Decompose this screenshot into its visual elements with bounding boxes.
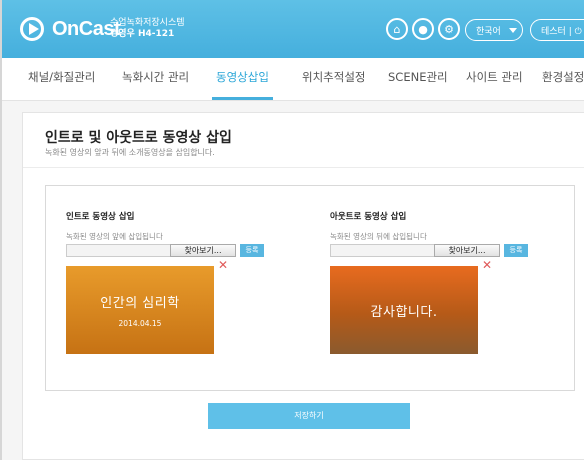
outro-description: 녹화된 영상의 뒤에 삽입됩니다: [330, 232, 427, 241]
intro-thumb-date: 2014.04.15: [118, 319, 162, 328]
content-panel: 인트로 및 아웃트로 동영상 삽입 녹화된 영상의 앞과 뒤에 소개동영상을 삽…: [22, 112, 584, 460]
logo[interactable]: OnCast: [20, 14, 121, 44]
intro-delete-icon[interactable]: ✕: [218, 259, 228, 271]
intro-thumbnail: 인간의 심리학 2014.04.15: [66, 266, 214, 354]
outro-browse-button[interactable]: 찾아보기...: [434, 244, 500, 257]
outro-thumb-text: 감사합니다.: [370, 304, 438, 320]
gear-icon[interactable]: ⚙: [438, 18, 460, 40]
nav-site[interactable]: 사이트 관리: [466, 58, 523, 100]
outro-register-button[interactable]: 등록: [504, 244, 528, 257]
app-window: OnCast 수업녹화저장시스템 경영우 H4-121 ⌂ ● ⚙ 한국어 테스…: [0, 0, 584, 460]
user-name: 테스터 | ⏻: [541, 26, 582, 37]
top-header: OnCast 수업녹화저장시스템 경영우 H4-121 ⌂ ● ⚙ 한국어 테스…: [2, 0, 584, 58]
insert-box: 인트로 동영상 삽입 녹화된 영상의 앞에 삽입됩니다 찾아보기... 등록 ✕…: [45, 185, 575, 391]
outro-section: 아웃트로 동영상 삽입 녹화된 영상의 뒤에 삽입됩니다 찾아보기... 등록 …: [330, 186, 560, 386]
intro-thumb-text: 인간의 심리학: [100, 296, 180, 311]
divider: [23, 167, 584, 168]
system-name: 수업녹화저장시스템: [110, 18, 185, 28]
nav-settings[interactable]: 환경설정: [542, 58, 584, 100]
nav-recording-time[interactable]: 녹화시간 관리: [122, 58, 189, 100]
page-title: 인트로 및 아웃트로 동영상 삽입: [45, 130, 232, 146]
page-subtitle: 녹화된 영상의 앞과 뒤에 소개동영상을 삽입합니다.: [45, 148, 215, 157]
intro-browse-button[interactable]: 찾아보기...: [170, 244, 236, 257]
nav-video-insert[interactable]: 동영상삽입: [212, 58, 273, 100]
system-info: 수업녹화저장시스템 경영우 H4-121: [110, 18, 185, 40]
room-label: 경영우 H4-121: [110, 29, 175, 39]
language-label: 한국어: [476, 26, 501, 37]
outro-delete-icon[interactable]: ✕: [482, 259, 492, 271]
outro-thumbnail: 감사합니다.: [330, 266, 478, 354]
user-icon[interactable]: ●: [412, 18, 434, 40]
nav-tracking[interactable]: 위치추적설정: [302, 58, 365, 100]
user-menu[interactable]: 테스터 | ⏻: [530, 19, 584, 41]
nav-scene[interactable]: SCENE관리: [388, 58, 448, 100]
intro-title: 인트로 동영상 삽입: [66, 212, 135, 222]
main-nav: 채널/화질관리 녹화시간 관리 동영상삽입 위치추적설정 SCENE관리 사이트…: [2, 58, 584, 101]
outro-title: 아웃트로 동영상 삽입: [330, 212, 407, 222]
intro-section: 인트로 동영상 삽입 녹화된 영상의 앞에 삽입됩니다 찾아보기... 등록 ✕…: [66, 186, 296, 386]
intro-description: 녹화된 영상의 앞에 삽입됩니다: [66, 232, 163, 241]
intro-register-button[interactable]: 등록: [240, 244, 264, 257]
home-icon[interactable]: ⌂: [386, 18, 408, 40]
chevron-down-icon: [508, 27, 517, 33]
play-icon: [20, 17, 44, 41]
language-select[interactable]: 한국어: [465, 19, 523, 41]
nav-channel[interactable]: 채널/화질관리: [28, 58, 95, 100]
save-button[interactable]: 저장하기: [208, 403, 410, 429]
